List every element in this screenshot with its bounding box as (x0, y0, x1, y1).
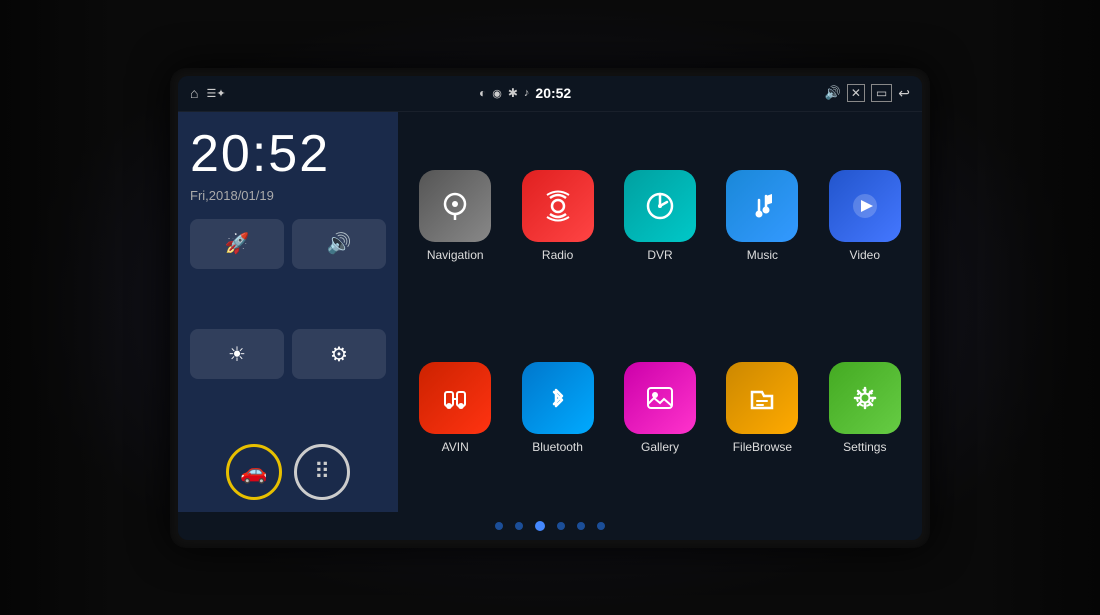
dvr-icon (624, 170, 696, 242)
radio-label: Radio (542, 248, 573, 262)
video-icon (829, 170, 901, 242)
filebrowse-label: FileBrowse (733, 440, 792, 454)
right-panel: Navigation (398, 112, 922, 512)
apps-row-2: AVIN Bluetooth (410, 320, 910, 496)
widget-volume[interactable]: 🔊 (292, 219, 386, 269)
car-frame: ⌂ ☰✦ ◐ ◉ ✱ ♪ 20:52 🔊 ✕ ▭ ↩ (0, 0, 1100, 615)
dvr-label: DVR (647, 248, 672, 262)
date-display: Fri,2018/01/19 (190, 188, 386, 203)
app-filebrowse[interactable]: FileBrowse (717, 362, 807, 454)
status-bar-center: ◐ ◉ ✱ ♪ 20:52 (479, 85, 571, 101)
app-avin[interactable]: AVIN (410, 362, 500, 454)
gallery-icon (624, 362, 696, 434)
bluetooth-label: Bluetooth (532, 440, 583, 454)
widget-rocket[interactable]: 🚀 (190, 219, 284, 269)
navigation-label: Navigation (427, 248, 484, 262)
main-content: 20:52 Fri,2018/01/19 🚀 🔊 ☀ ⚙ 🚗 ⠿ (178, 112, 922, 512)
bottom-widgets: 🚗 ⠿ (190, 444, 386, 500)
indicator-dot-2 (515, 522, 523, 530)
indicator-dot-6 (597, 522, 605, 530)
app-dvr[interactable]: DVR (615, 170, 705, 262)
widget-grid: 🚀 🔊 ☀ ⚙ (190, 219, 386, 432)
app-video[interactable]: Video (820, 170, 910, 262)
close-icon[interactable]: ✕ (847, 84, 865, 102)
clock-display: 20:52 (190, 124, 386, 184)
bluetooth-icon (522, 362, 594, 434)
menu-icon[interactable]: ☰✦ (206, 87, 225, 100)
status-time: 20:52 (535, 85, 571, 101)
app-settings[interactable]: Settings (820, 362, 910, 454)
navigation-icon (419, 170, 491, 242)
settings-icon (829, 362, 901, 434)
gallery-label: Gallery (641, 440, 679, 454)
avin-label: AVIN (442, 440, 469, 454)
app-radio[interactable]: Radio (512, 170, 602, 262)
volume-icon[interactable]: 🔊 (825, 85, 841, 101)
music-icon (726, 170, 798, 242)
window-icon[interactable]: ▭ (871, 84, 892, 102)
music-label: Music (747, 248, 778, 262)
left-panel: 20:52 Fri,2018/01/19 🚀 🔊 ☀ ⚙ 🚗 ⠿ (178, 112, 398, 512)
app-gallery[interactable]: Gallery (615, 362, 705, 454)
indicator-bar (178, 512, 922, 540)
audio-icon: ♪ (524, 87, 530, 99)
settings-label: Settings (843, 440, 886, 454)
video-label: Video (850, 248, 880, 262)
indicator-dot-1 (495, 522, 503, 530)
filebrowse-icon (726, 362, 798, 434)
status-bar-left: ⌂ ☰✦ (190, 85, 226, 101)
app-bluetooth[interactable]: Bluetooth (512, 362, 602, 454)
indicator-dot-3 (535, 521, 545, 531)
car-button[interactable]: 🚗 (226, 444, 282, 500)
widget-tune[interactable]: ⚙ (292, 329, 386, 379)
app-music[interactable]: Music (717, 170, 807, 262)
home-icon[interactable]: ⌂ (190, 85, 198, 101)
radio-icon (522, 170, 594, 242)
screen: ⌂ ☰✦ ◐ ◉ ✱ ♪ 20:52 🔊 ✕ ▭ ↩ (178, 76, 922, 540)
avin-icon (419, 362, 491, 434)
location-icon: ◉ (492, 87, 502, 100)
indicator-dot-4 (557, 522, 565, 530)
status-bar-right: 🔊 ✕ ▭ ↩ (825, 84, 910, 102)
indicator-dot-5 (577, 522, 585, 530)
back-icon[interactable]: ↩ (898, 85, 910, 102)
widget-brightness[interactable]: ☀ (190, 329, 284, 379)
apps-button[interactable]: ⠿ (294, 444, 350, 500)
dark-overlay-right (980, 0, 1100, 615)
apps-row-1: Navigation (410, 128, 910, 304)
screen-bezel: ⌂ ☰✦ ◐ ◉ ✱ ♪ 20:52 🔊 ✕ ▭ ↩ (170, 68, 930, 548)
app-navigation[interactable]: Navigation (410, 170, 500, 262)
bluetooth-status-icon: ✱ (508, 86, 518, 100)
sleep-icon: ◐ (479, 86, 486, 100)
dark-overlay-left (0, 0, 120, 615)
status-bar: ⌂ ☰✦ ◐ ◉ ✱ ♪ 20:52 🔊 ✕ ▭ ↩ (178, 76, 922, 112)
